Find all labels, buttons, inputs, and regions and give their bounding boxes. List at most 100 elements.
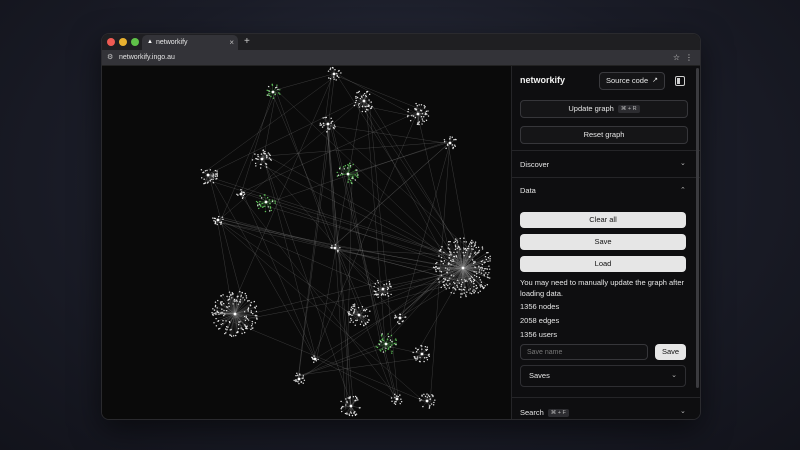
graph-node[interactable] — [479, 290, 481, 293]
graph-node[interactable] — [254, 153, 256, 155]
sidebar-scrollbar[interactable] — [696, 68, 699, 388]
graph-node[interactable] — [480, 260, 483, 263]
graph-node[interactable] — [361, 105, 364, 108]
graph-node[interactable] — [216, 310, 218, 312]
graph-node[interactable] — [279, 89, 281, 91]
graph-node[interactable] — [311, 356, 313, 359]
graph-node[interactable] — [268, 210, 271, 212]
graph-node[interactable] — [260, 197, 263, 199]
graph-node[interactable] — [386, 292, 389, 295]
graph-node[interactable] — [427, 110, 429, 112]
graph-node[interactable] — [424, 357, 426, 359]
graph-node[interactable] — [386, 288, 389, 291]
graph-node[interactable] — [445, 288, 447, 290]
graph-node[interactable] — [459, 248, 461, 250]
graph-node[interactable] — [247, 310, 249, 312]
graph-node[interactable] — [349, 166, 352, 168]
graph-node[interactable] — [474, 244, 476, 246]
graph-node[interactable] — [254, 162, 257, 165]
graph-node[interactable] — [268, 153, 271, 155]
graph-node[interactable] — [268, 157, 271, 159]
graph-node[interactable] — [212, 178, 214, 181]
graph-node[interactable] — [213, 309, 216, 311]
graph-node[interactable] — [443, 139, 446, 141]
graph-node[interactable] — [445, 147, 447, 150]
graph-node[interactable] — [355, 95, 357, 98]
graph-node[interactable] — [239, 299, 242, 301]
graph-node[interactable] — [435, 269, 437, 271]
graph-hub-node[interactable] — [260, 157, 264, 161]
graph-node[interactable] — [400, 401, 403, 403]
graph-node[interactable] — [224, 332, 226, 335]
graph-node[interactable] — [274, 93, 276, 96]
graph-node[interactable] — [257, 155, 259, 158]
graph-node[interactable] — [477, 291, 479, 294]
graph-node[interactable] — [471, 248, 473, 250]
graph-node[interactable] — [245, 295, 248, 297]
graph-node[interactable] — [452, 147, 454, 149]
graph-node[interactable] — [347, 164, 349, 166]
graph-node[interactable] — [443, 251, 445, 254]
graph-node[interactable] — [458, 288, 460, 290]
graph-node[interactable] — [449, 283, 451, 285]
graph-node[interactable] — [424, 345, 427, 348]
graph-node[interactable] — [481, 263, 484, 266]
graph-node[interactable] — [447, 263, 450, 265]
graph-node[interactable] — [265, 163, 268, 165]
graph-node[interactable] — [259, 200, 261, 203]
graph-node[interactable] — [384, 294, 386, 296]
graph-node[interactable] — [347, 167, 349, 169]
graph-node[interactable] — [369, 310, 371, 312]
graph-node[interactable] — [430, 403, 433, 405]
graph-node[interactable] — [313, 355, 315, 357]
graph-node[interactable] — [456, 284, 458, 287]
graph-node[interactable] — [426, 358, 429, 361]
graph-node[interactable] — [221, 216, 224, 218]
graph-node[interactable] — [340, 410, 343, 413]
reset-graph-button[interactable]: Reset graph — [520, 126, 688, 144]
graph-node[interactable] — [448, 254, 451, 256]
graph-node[interactable] — [473, 292, 475, 294]
update-graph-button[interactable]: Update graph ⌘ + R — [520, 100, 688, 118]
graph-node[interactable] — [333, 76, 335, 78]
graph-node[interactable] — [246, 328, 248, 330]
graph-node[interactable] — [334, 126, 336, 128]
graph-node[interactable] — [270, 209, 272, 212]
graph-node[interactable] — [243, 191, 245, 194]
graph-node[interactable] — [256, 315, 258, 317]
graph-node[interactable] — [251, 327, 253, 329]
browser-menu-icon[interactable]: ⋮ — [685, 50, 693, 65]
graph-node[interactable] — [271, 83, 273, 85]
graph-node[interactable] — [268, 94, 271, 97]
graph-node[interactable] — [460, 293, 462, 295]
graph-node[interactable] — [216, 307, 218, 309]
graph-node[interactable] — [348, 178, 350, 181]
graph-node[interactable] — [269, 203, 271, 205]
graph-node[interactable] — [357, 306, 360, 309]
data-section-header[interactable]: Data — [520, 186, 536, 195]
graph-node[interactable] — [437, 278, 440, 280]
graph-node[interactable] — [486, 268, 489, 270]
graph-node[interactable] — [418, 397, 421, 400]
graph-node[interactable] — [473, 279, 476, 282]
graph-node[interactable] — [267, 90, 270, 92]
graph-node[interactable] — [464, 247, 467, 250]
graph-hub-node[interactable] — [297, 377, 301, 381]
graph-node[interactable] — [204, 170, 207, 172]
graph-node[interactable] — [317, 358, 319, 361]
graph-node[interactable] — [271, 199, 274, 201]
graph-node[interactable] — [268, 92, 270, 95]
graph-node[interactable] — [278, 92, 280, 94]
graph-node[interactable] — [454, 138, 457, 141]
graph-node[interactable] — [419, 356, 421, 359]
graph-node[interactable] — [485, 258, 488, 261]
graph-node[interactable] — [207, 181, 209, 183]
graph-node[interactable] — [272, 97, 275, 99]
graph-node[interactable] — [454, 246, 457, 248]
new-tab-icon[interactable]: + — [244, 34, 250, 50]
graph-node[interactable] — [390, 397, 393, 399]
graph-node[interactable] — [454, 248, 457, 251]
graph-node[interactable] — [222, 294, 224, 296]
graph-node[interactable] — [487, 274, 489, 276]
graph-node[interactable] — [485, 267, 487, 270]
